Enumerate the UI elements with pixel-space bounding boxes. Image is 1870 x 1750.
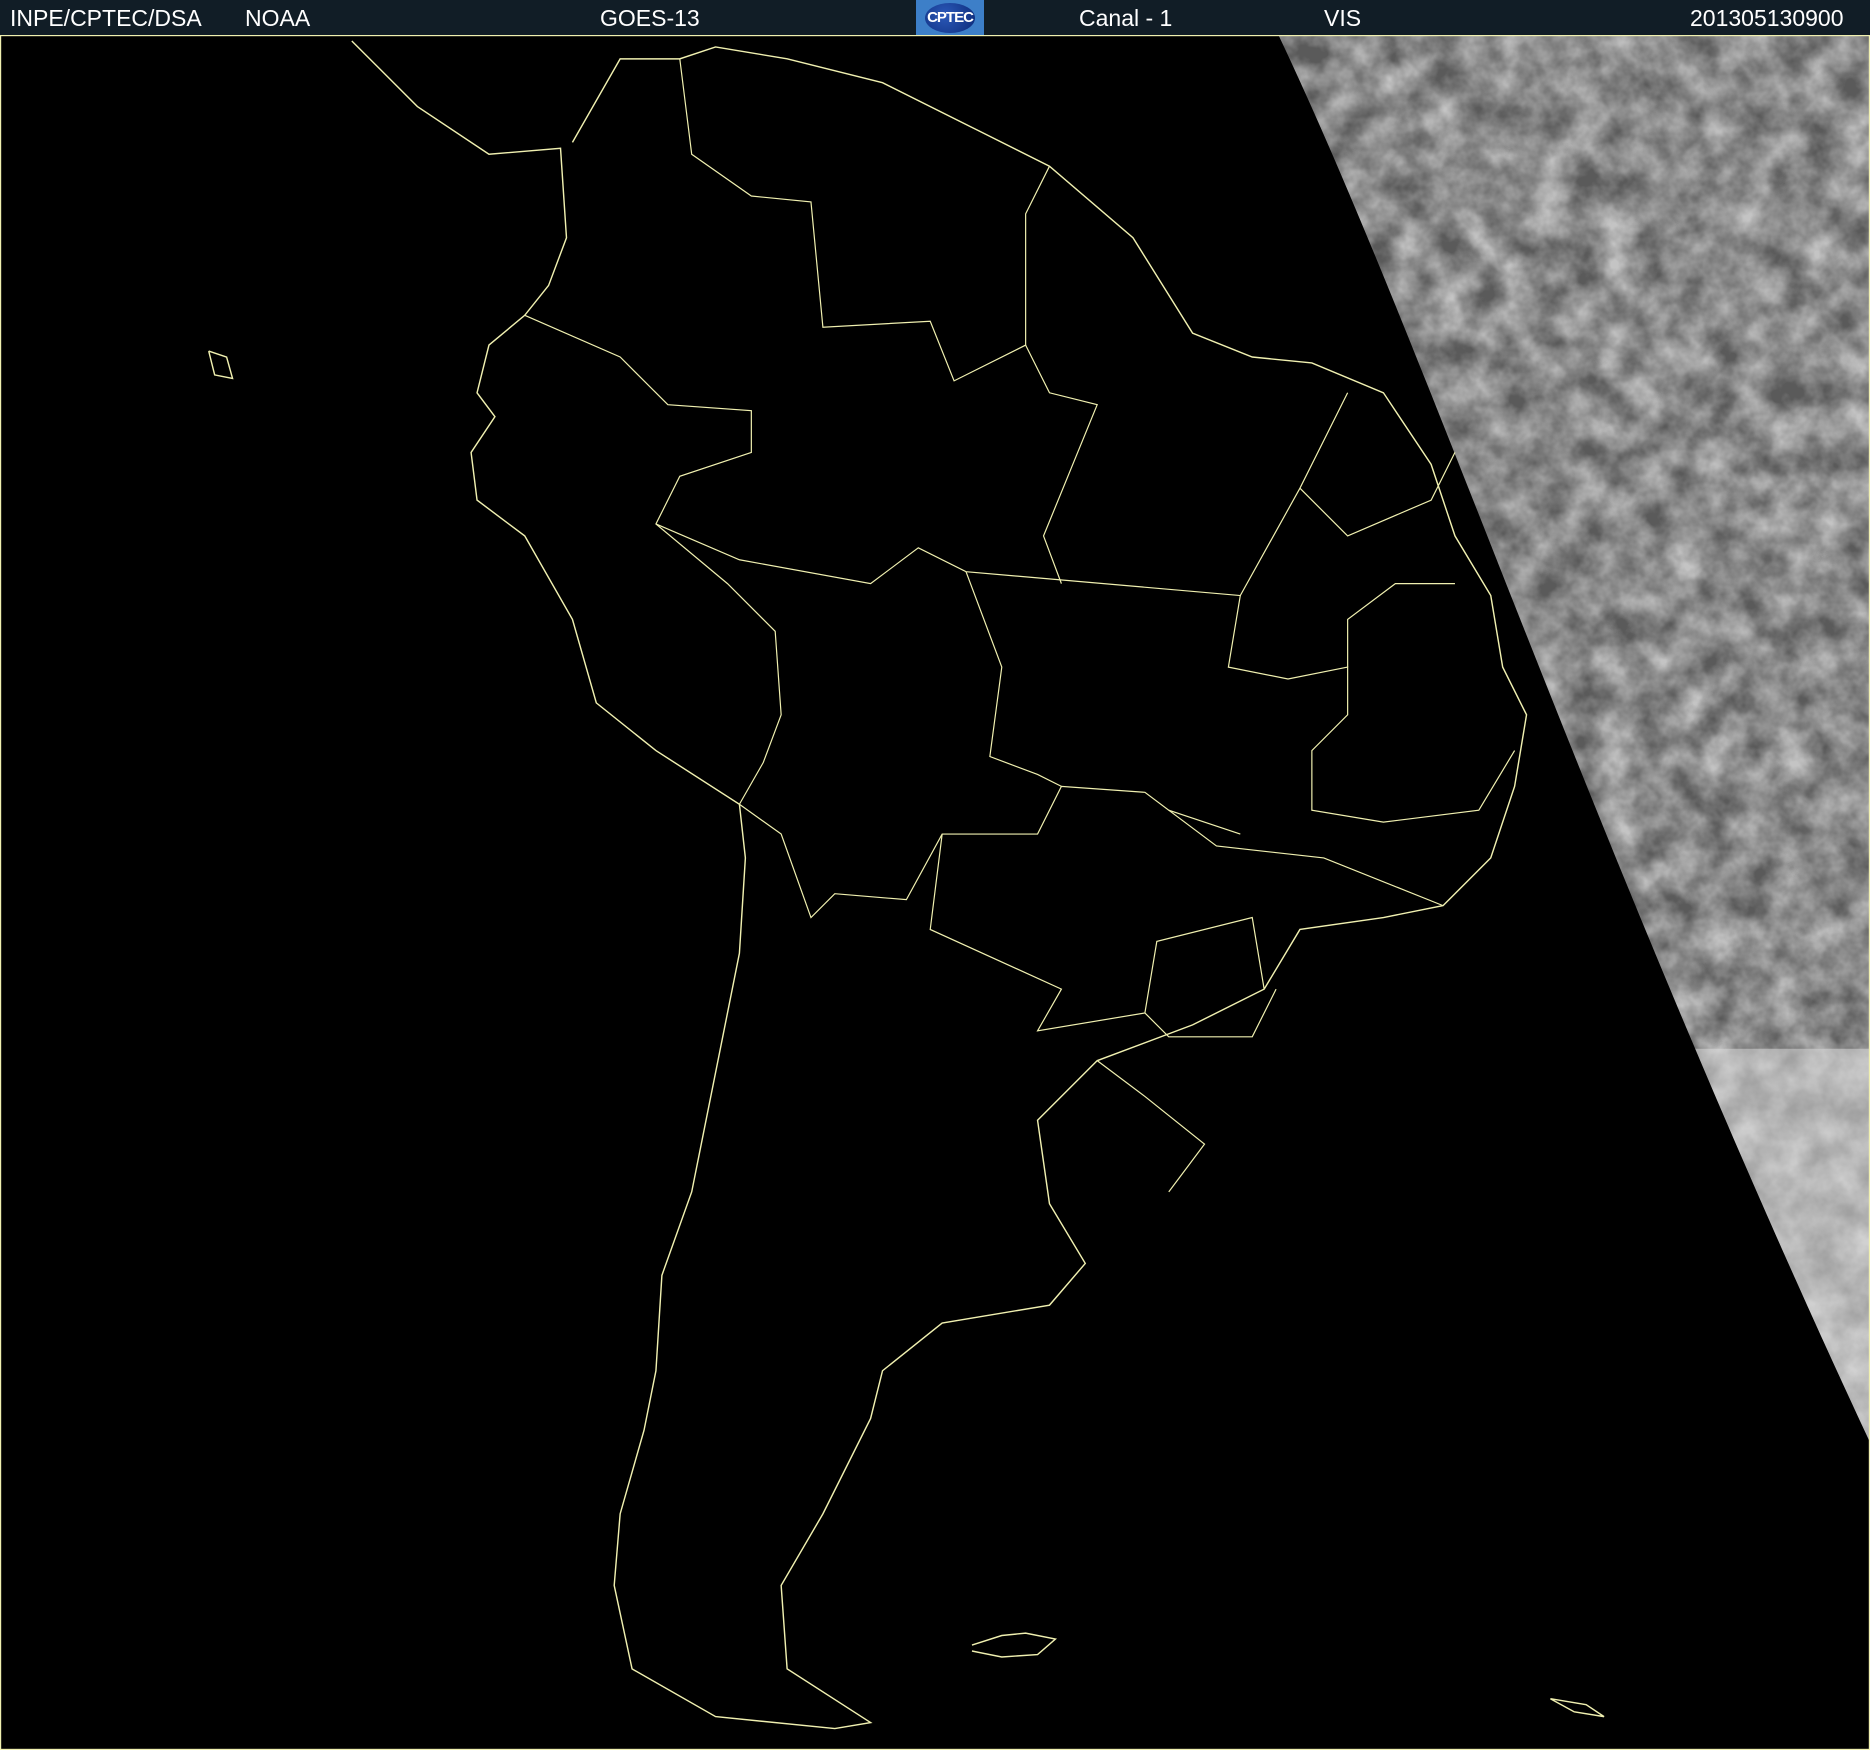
map-svg (0, 35, 1870, 1750)
satellite-label: GOES-13 (600, 5, 700, 31)
globe-icon: CPTEC (925, 2, 975, 33)
image-header: INPE/CPTEC/DSA NOAA GOES-13 CPTEC Canal … (0, 0, 1870, 35)
channel-label: Canal - 1 (1079, 5, 1173, 31)
timestamp-label: 201305130900 (1690, 5, 1844, 31)
agency-label: INPE/CPTEC/DSA (10, 5, 202, 31)
logo-text: CPTEC (927, 9, 974, 26)
source-label: NOAA (245, 5, 311, 31)
satellite-image (0, 35, 1870, 1750)
band-label: VIS (1324, 5, 1362, 31)
cptec-logo: CPTEC (916, 0, 984, 35)
